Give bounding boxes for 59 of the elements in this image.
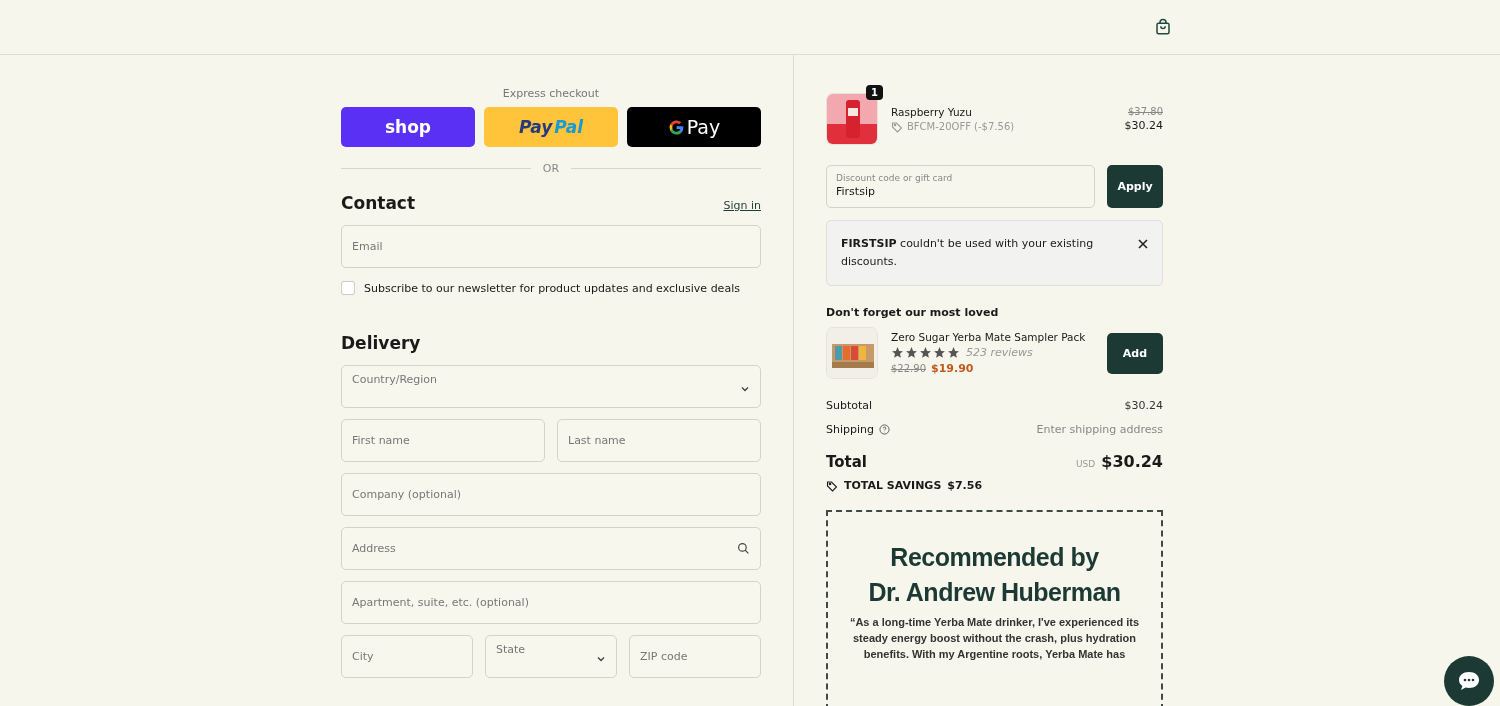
google-pay-button[interactable]: Pay	[627, 107, 761, 147]
total-value: $30.24	[1101, 452, 1163, 471]
paypal-button[interactable]: PayPal	[484, 107, 618, 147]
product-name: Raspberry Yuzu	[891, 105, 973, 118]
input-field[interactable]: ZIP code	[629, 635, 761, 678]
review-count: 523 reviews	[966, 346, 1033, 359]
input-field[interactable]: City	[341, 635, 473, 678]
star-icon	[947, 346, 960, 359]
sale-price: $19.90	[931, 362, 974, 375]
sign-in-link[interactable]: Sign in	[723, 199, 761, 212]
alert-message: FIRSTSIP couldn't be used with your existing discounts.	[841, 236, 1095, 270]
section-heading: Delivery	[341, 333, 422, 353]
select-field[interactable]: State	[485, 635, 617, 678]
email-field[interactable]: Email	[341, 225, 761, 268]
product-price: $30.24	[1124, 119, 1163, 132]
currency-label: USD	[1076, 459, 1096, 469]
help-icon[interactable]	[879, 424, 890, 435]
star-icon	[933, 346, 946, 359]
summary-label: Shipping	[826, 423, 874, 436]
summary-label: Subtotal	[826, 399, 873, 412]
discount-code: BFCM-20OFF (-$7.56)	[907, 121, 1015, 132]
add-button[interactable]: Add	[1107, 332, 1163, 374]
product-name: Zero Sugar Yerba Mate Sampler Pack	[891, 331, 1087, 343]
summary-value: Enter shipping address	[1036, 423, 1163, 436]
quantity-badge: 1	[866, 85, 883, 100]
summary-value: $30.24	[1124, 399, 1163, 412]
savings-label: TOTAL SAVINGS	[844, 479, 942, 492]
shopping-bag-icon[interactable]	[1154, 18, 1172, 36]
original-price: $22.90	[891, 363, 926, 374]
star-icon	[891, 346, 904, 359]
chat-button[interactable]	[1444, 656, 1494, 706]
shop-pay-button[interactable]: shop	[341, 107, 475, 147]
promo-quote: “As a long-time Yerba Mate drinker, I've experienced its steady energy boost without the crash, plus hydration benefits. With my Argentine roots, Yerba Mate has	[848, 615, 1141, 662]
checkbox[interactable]	[341, 281, 355, 295]
express-checkout-label: Express checkout	[501, 87, 601, 100]
input-field[interactable]: First name	[341, 419, 545, 462]
input-field[interactable]: Apartment, suite, etc. (optional)	[341, 581, 761, 624]
section-heading: Contact	[341, 193, 416, 213]
original-price: $37.80	[1128, 106, 1163, 117]
select-field[interactable]: Country/Region	[341, 365, 761, 408]
promo-title: Recommended by Dr. Andrew Huberman	[868, 542, 1121, 608]
total-label: Total	[826, 453, 867, 471]
tag-icon	[891, 120, 903, 133]
tag-icon	[826, 479, 838, 492]
discount-field[interactable]: Discount code or gift card Firstsip	[826, 165, 1095, 208]
divider-label: OR	[542, 162, 560, 175]
input-field[interactable]: Last name	[557, 419, 761, 462]
savings-value: $7.56	[947, 479, 983, 492]
chat-icon	[1457, 670, 1481, 692]
apply-button[interactable]: Apply	[1107, 165, 1163, 208]
input-field[interactable]: Address	[341, 527, 761, 570]
star-icon	[919, 346, 932, 359]
upsell-heading: Don't forget our most loved	[826, 306, 1000, 319]
star-icon	[905, 346, 918, 359]
close-icon[interactable]	[1138, 239, 1148, 249]
search-icon	[737, 542, 750, 555]
google-logo-icon	[667, 118, 685, 136]
input-field[interactable]: Company (optional)	[341, 473, 761, 516]
checkbox-label: Subscribe to our newsletter for product updates and exclusive deals	[364, 281, 740, 295]
